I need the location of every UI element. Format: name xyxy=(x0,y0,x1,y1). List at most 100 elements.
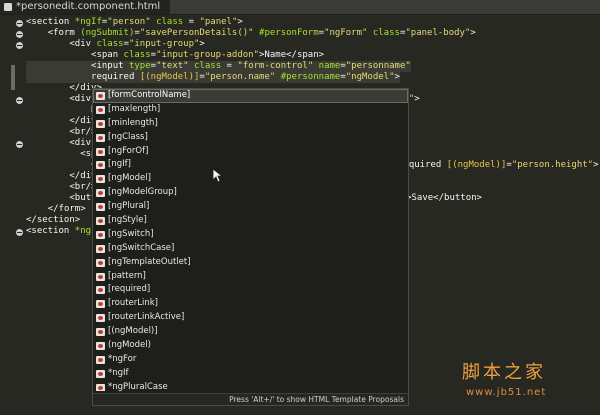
code-token: "text" xyxy=(156,61,189,71)
code-line[interactable]: </div xyxy=(26,116,96,127)
proposal-item[interactable]: [minlength] xyxy=(93,117,408,131)
proposal-label: [ngPlural] xyxy=(108,201,150,212)
code-token: "input-group-addon" xyxy=(156,50,260,60)
angular-directive-icon xyxy=(96,272,105,281)
code-line[interactable]: <br/> xyxy=(26,182,96,193)
proposal-label: [minlength] xyxy=(108,117,158,128)
proposal-item[interactable]: [ngForOf] xyxy=(93,145,408,159)
code-token: "ngForm" xyxy=(324,28,368,38)
code-line[interactable]: <input type="text" class = "form-control… xyxy=(26,61,411,72)
fold-toggle-icon[interactable] xyxy=(16,31,23,38)
code-line[interactable]: </div xyxy=(26,171,96,182)
watermark-title: 脚本之家 xyxy=(462,362,546,383)
angular-directive-icon xyxy=(96,203,105,212)
code-line[interactable]: <div xyxy=(26,94,91,105)
angular-directive-icon xyxy=(96,342,105,351)
proposal-item[interactable]: [pattern] xyxy=(93,270,408,284)
proposal-item[interactable]: [ngClass] xyxy=(93,131,408,145)
tab-personedit[interactable]: *personedit.component.html xyxy=(0,0,171,14)
change-marker xyxy=(11,76,15,90)
code-token: class xyxy=(372,28,400,38)
proposal-item[interactable]: [ngSwitch] xyxy=(93,228,408,242)
code-token: "person.name" xyxy=(204,72,276,82)
proposal-list[interactable]: [formControlName] [maxlength] [minlength] [… xyxy=(93,89,408,391)
editor-gutter xyxy=(0,15,23,415)
code-line[interactable]: <div class="input-group"> xyxy=(26,39,204,50)
angular-directive-icon xyxy=(96,147,105,156)
proposal-item[interactable]: [ngIf] xyxy=(93,158,408,172)
tab-label: *personedit.component.html xyxy=(16,1,161,12)
fold-toggle-icon[interactable] xyxy=(16,42,23,49)
angular-directive-icon xyxy=(96,286,105,295)
angular-directive-icon xyxy=(96,105,105,114)
code-line[interactable]: <sp xyxy=(26,149,96,160)
proposal-item[interactable]: *ngFor xyxy=(93,353,408,367)
code-token: > xyxy=(237,17,243,27)
code-token: <div xyxy=(69,138,92,148)
proposal-item[interactable]: *ngIf xyxy=(93,367,408,381)
angular-directive-icon xyxy=(96,119,105,128)
proposal-label: [routerLink] xyxy=(108,298,158,309)
code-token: >Name</span> xyxy=(259,50,325,60)
code-token: class xyxy=(156,17,184,27)
code-token: *ngIf xyxy=(74,17,102,27)
proposal-label: [routerLinkActive] xyxy=(108,312,185,323)
angular-directive-icon xyxy=(96,161,105,170)
proposal-item[interactable]: [ngModel] xyxy=(93,172,408,186)
fold-toggle-icon[interactable] xyxy=(16,141,23,148)
proposal-item[interactable]: [routerLinkActive] xyxy=(93,311,408,325)
code-line[interactable]: < xyxy=(26,160,96,171)
proposal-item[interactable]: [ngModelGroup] xyxy=(93,186,408,200)
proposal-item[interactable]: [maxlength] xyxy=(93,103,408,117)
autocomplete-popup: [formControlName] [maxlength] [minlength] [… xyxy=(92,88,409,406)
file-icon xyxy=(4,3,12,11)
code-line[interactable]: </div> xyxy=(26,83,102,94)
proposal-item[interactable]: *ngPluralCase xyxy=(93,381,408,391)
proposal-label: [ngSwitch] xyxy=(108,228,154,239)
proposal-item[interactable]: [ngPlural] xyxy=(93,200,408,214)
proposal-label: [ngSwitchCase] xyxy=(108,242,175,253)
fold-toggle-icon[interactable] xyxy=(16,20,23,27)
code-token: #personForm xyxy=(259,28,319,38)
code-token: (ngSubmit) xyxy=(80,28,135,38)
proposal-label: [ngForOf] xyxy=(108,145,149,156)
code-line-tail: required [(ngModel)]="person.height"> xyxy=(398,160,599,170)
code-line[interactable]: <span class="input-group-addon">Name</sp… xyxy=(26,50,324,61)
angular-directive-icon xyxy=(96,244,105,253)
code-line[interactable]: N xyxy=(26,105,96,116)
proposal-item[interactable]: [required] xyxy=(93,283,408,297)
tab-bar: *personedit.component.html xyxy=(0,0,600,15)
watermark: 脚本之家 www.jb51.net xyxy=(462,358,594,406)
angular-directive-icon xyxy=(96,92,105,100)
fold-toggle-icon[interactable] xyxy=(16,97,23,104)
code-token: </section> xyxy=(26,215,81,225)
proposal-label: *ngPluralCase xyxy=(108,381,168,391)
code-token: </form> xyxy=(47,204,86,214)
code-line[interactable]: <butt xyxy=(26,193,96,204)
code-line[interactable]: <section *ngIf="person" class = "panel"> xyxy=(26,17,243,28)
angular-directive-icon xyxy=(96,217,105,226)
proposal-item[interactable]: [ngStyle] xyxy=(93,214,408,228)
proposal-label: *ngFor xyxy=(108,353,137,364)
proposal-item[interactable]: [formControlName] xyxy=(93,89,408,103)
code-line[interactable]: <br/> xyxy=(26,127,96,138)
code-line[interactable]: <form (ngSubmit)="savePersonDetails()" #… xyxy=(26,28,476,39)
code-token: type xyxy=(128,61,151,71)
watermark-url: www.jb51.net xyxy=(466,387,547,398)
code-line[interactable]: </section> xyxy=(26,215,80,226)
proposal-label: [ngModel] xyxy=(108,173,151,184)
code-line[interactable]: <section *ngIf xyxy=(26,226,102,237)
code-line[interactable]: </form> xyxy=(26,204,86,215)
code-token: <section xyxy=(26,226,75,236)
proposal-item[interactable]: (ngModel) xyxy=(93,339,408,353)
code-token: <section xyxy=(26,17,75,27)
proposal-item[interactable]: [ngSwitchCase] xyxy=(93,242,408,256)
code-line[interactable]: required [(ngModel)]="person.name" #pers… xyxy=(26,72,400,83)
proposal-item[interactable]: [(ngModel)] xyxy=(93,325,408,339)
fold-toggle-icon[interactable] xyxy=(16,229,23,236)
proposal-item[interactable]: [ngTemplateOutlet] xyxy=(93,256,408,270)
proposal-item[interactable]: [routerLink] xyxy=(93,297,408,311)
code-token: <span xyxy=(91,50,124,60)
code-line[interactable]: <div xyxy=(26,138,91,149)
angular-directive-icon xyxy=(96,230,105,239)
